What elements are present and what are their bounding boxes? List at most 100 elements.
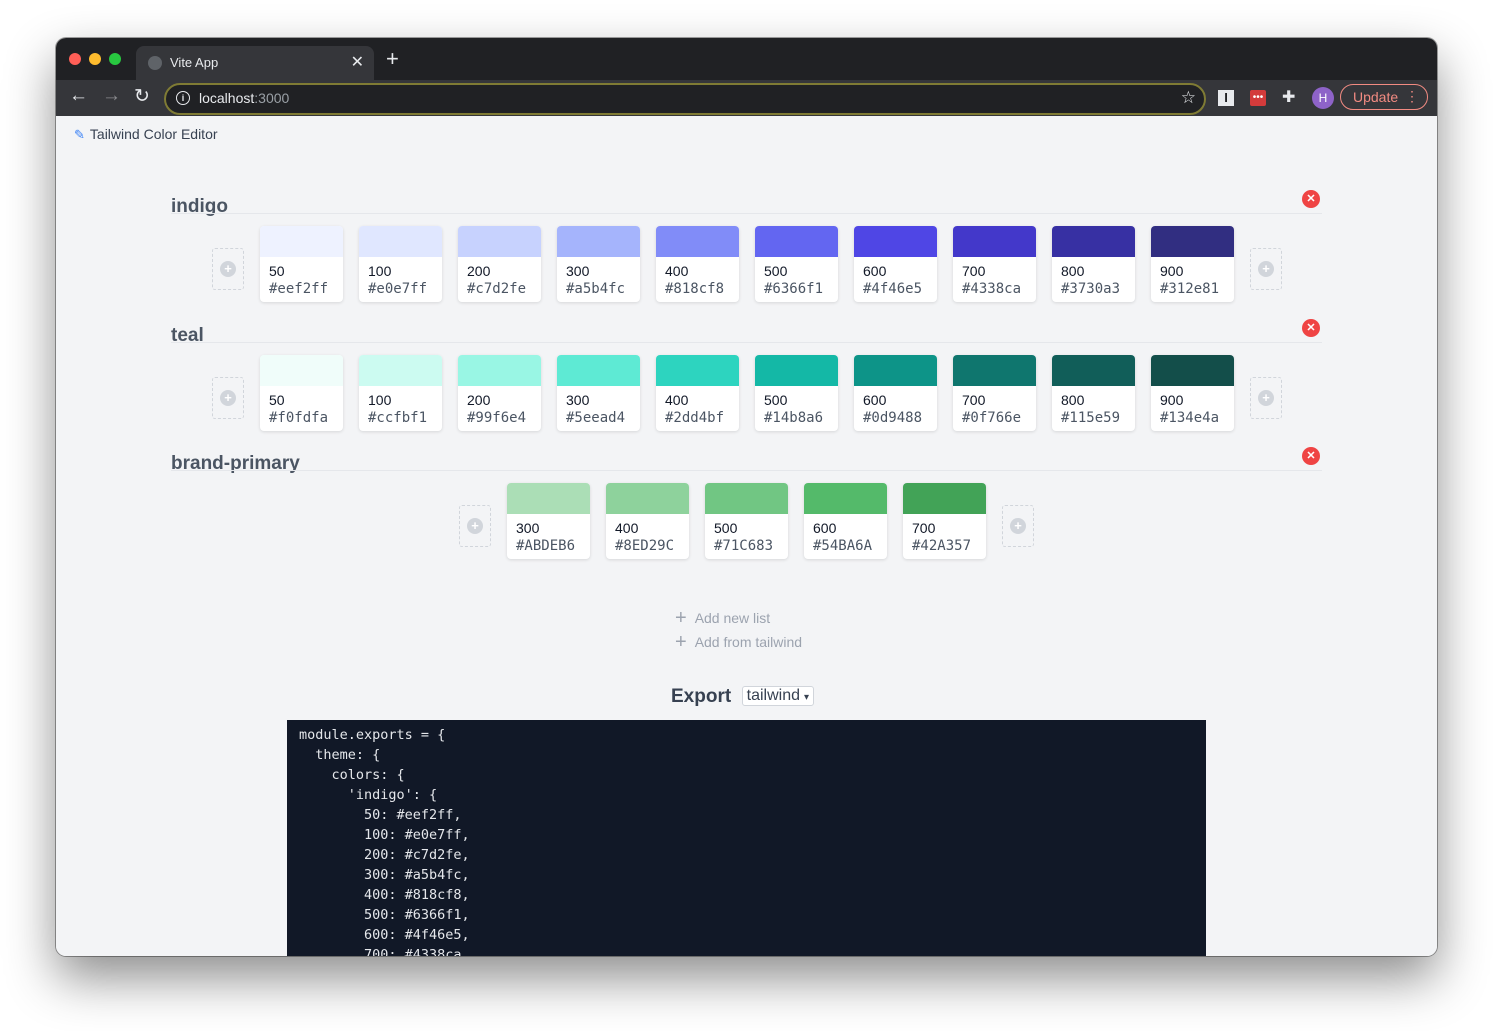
forward-arrow-icon[interactable]: → bbox=[102, 85, 121, 107]
swatch-shade: 200 bbox=[467, 263, 491, 279]
add-swatch-right-button[interactable]: + bbox=[1002, 505, 1034, 547]
color-swatch[interactable]: 800 #3730a3 bbox=[1052, 226, 1135, 302]
color-swatch[interactable]: 300 #5eead4 bbox=[557, 355, 640, 431]
color-chip[interactable] bbox=[903, 483, 986, 514]
color-swatch[interactable]: 600 #4f46e5 bbox=[854, 226, 937, 302]
minimize-window-button[interactable] bbox=[89, 53, 101, 65]
color-swatch[interactable]: 900 #134e4a bbox=[1151, 355, 1234, 431]
color-swatch[interactable]: 500 #71C683 bbox=[705, 483, 788, 559]
swatch-shade: 900 bbox=[1160, 263, 1184, 279]
swatch-hex: #e0e7ff bbox=[368, 281, 428, 297]
color-swatch[interactable]: 700 #4338ca bbox=[953, 226, 1036, 302]
color-swatch[interactable]: 200 #c7d2fe bbox=[458, 226, 541, 302]
color-chip[interactable] bbox=[804, 483, 887, 514]
color-swatch[interactable]: 300 #a5b4fc bbox=[557, 226, 640, 302]
color-chip[interactable] bbox=[953, 226, 1036, 257]
close-tab-icon[interactable]: ✕ bbox=[351, 52, 364, 72]
globe-icon bbox=[148, 56, 162, 70]
new-tab-button[interactable]: + bbox=[386, 48, 399, 70]
color-chip[interactable] bbox=[755, 226, 838, 257]
swatch-hex: #4338ca bbox=[962, 281, 1022, 297]
color-chip[interactable] bbox=[359, 226, 442, 257]
chevron-down-icon: ▾ bbox=[804, 692, 810, 703]
back-arrow-icon[interactable]: ← bbox=[69, 85, 88, 107]
color-swatch[interactable]: 500 #6366f1 bbox=[755, 226, 838, 302]
color-swatch[interactable]: 700 #42A357 bbox=[903, 483, 986, 559]
color-swatch[interactable]: 400 #2dd4bf bbox=[656, 355, 739, 431]
color-swatch[interactable]: 400 #8ED29C bbox=[606, 483, 689, 559]
remove-list-icon[interactable]: ✕ bbox=[1302, 190, 1320, 208]
swatch-shade: 300 bbox=[516, 520, 540, 536]
address-bar[interactable]: i localhost:3000 ☆ bbox=[164, 83, 1206, 115]
plus-icon: + bbox=[675, 607, 687, 629]
color-chip[interactable] bbox=[359, 355, 442, 386]
color-chip[interactable] bbox=[656, 355, 739, 386]
color-swatch[interactable]: 800 #115e59 bbox=[1052, 355, 1135, 431]
export-format-select[interactable]: tailwind ▾ bbox=[741, 686, 815, 706]
color-chip[interactable] bbox=[1151, 355, 1234, 386]
color-swatch[interactable]: 200 #99f6e4 bbox=[458, 355, 541, 431]
color-chip[interactable] bbox=[1052, 226, 1135, 257]
color-chip[interactable] bbox=[458, 226, 541, 257]
color-chip[interactable] bbox=[1052, 355, 1135, 386]
browser-tab[interactable]: Vite App ✕ bbox=[136, 46, 374, 80]
color-swatch[interactable]: 600 #54BA6A bbox=[804, 483, 887, 559]
add-from-tailwind-button[interactable]: + Add from tailwind bbox=[675, 630, 802, 653]
remove-list-icon[interactable]: ✕ bbox=[1302, 319, 1320, 337]
swatch-hex: #f0fdfa bbox=[269, 410, 329, 426]
color-chip[interactable] bbox=[656, 226, 739, 257]
extension-i-icon[interactable]: I bbox=[1218, 90, 1234, 106]
color-swatch[interactable]: 700 #0f766e bbox=[953, 355, 1036, 431]
color-chip[interactable] bbox=[458, 355, 541, 386]
remove-list-icon[interactable]: ✕ bbox=[1302, 447, 1320, 465]
swatch-shade: 600 bbox=[863, 263, 887, 279]
app-header[interactable]: ✎ Tailwind Color Editor bbox=[74, 126, 218, 143]
color-swatch[interactable]: 500 #14b8a6 bbox=[755, 355, 838, 431]
add-swatch-left-button[interactable]: + bbox=[212, 248, 244, 290]
swatch-row: +50 #f0fdfa 100 #ccfbf1 200 #99f6e4 300 #5eead4… bbox=[212, 355, 1282, 433]
swatch-shade: 500 bbox=[714, 520, 738, 536]
color-chip[interactable] bbox=[507, 483, 590, 514]
color-chip[interactable] bbox=[854, 355, 937, 386]
add-swatch-right-button[interactable]: + bbox=[1250, 248, 1282, 290]
list-name[interactable]: indigo bbox=[171, 196, 228, 218]
export-code-block[interactable]: module.exports = { theme: { colors: { 'i… bbox=[287, 720, 1206, 956]
swatch-hex: #3730a3 bbox=[1061, 281, 1121, 297]
color-swatch[interactable]: 300 #ABDEB6 bbox=[507, 483, 590, 559]
site-info-icon[interactable]: i bbox=[176, 91, 190, 105]
swatch-hex: #115e59 bbox=[1061, 410, 1121, 426]
color-chip[interactable] bbox=[260, 355, 343, 386]
list-name[interactable]: teal bbox=[171, 325, 204, 347]
color-swatch[interactable]: 100 #e0e7ff bbox=[359, 226, 442, 302]
color-chip[interactable] bbox=[606, 483, 689, 514]
color-chip[interactable] bbox=[557, 226, 640, 257]
color-chip[interactable] bbox=[705, 483, 788, 514]
add-swatch-left-button[interactable]: + bbox=[212, 377, 244, 419]
profile-avatar[interactable]: H bbox=[1312, 87, 1334, 109]
color-swatch[interactable]: 50 #f0fdfa bbox=[260, 355, 343, 431]
color-chip[interactable] bbox=[1151, 226, 1234, 257]
extensions-puzzle-icon[interactable]: ✚ bbox=[1282, 90, 1298, 106]
color-chip[interactable] bbox=[854, 226, 937, 257]
extension-password-icon[interactable]: ••• bbox=[1250, 90, 1266, 106]
color-chip[interactable] bbox=[260, 226, 343, 257]
color-chip[interactable] bbox=[953, 355, 1036, 386]
add-swatch-right-button[interactable]: + bbox=[1250, 377, 1282, 419]
bookmark-star-icon[interactable]: ☆ bbox=[1181, 88, 1196, 108]
maximize-window-button[interactable] bbox=[109, 53, 121, 65]
more-menu-icon[interactable]: ⋮ bbox=[1405, 88, 1419, 105]
color-swatch[interactable]: 900 #312e81 bbox=[1151, 226, 1234, 302]
list-name[interactable]: brand-primary bbox=[171, 453, 300, 475]
color-swatch[interactable]: 50 #eef2ff bbox=[260, 226, 343, 302]
close-window-button[interactable] bbox=[69, 53, 81, 65]
add-new-list-button[interactable]: + Add new list bbox=[675, 606, 770, 629]
page-content: ✎ Tailwind Color Editor indigo ✕ +50 #eef2ff… bbox=[56, 116, 1437, 956]
reload-icon[interactable]: ↻ bbox=[134, 85, 150, 108]
color-chip[interactable] bbox=[755, 355, 838, 386]
color-swatch[interactable]: 600 #0d9488 bbox=[854, 355, 937, 431]
color-chip[interactable] bbox=[557, 355, 640, 386]
color-swatch[interactable]: 400 #818cf8 bbox=[656, 226, 739, 302]
color-swatch[interactable]: 100 #ccfbf1 bbox=[359, 355, 442, 431]
add-swatch-left-button[interactable]: + bbox=[459, 505, 491, 547]
update-button[interactable]: Update ⋮ bbox=[1340, 84, 1428, 110]
